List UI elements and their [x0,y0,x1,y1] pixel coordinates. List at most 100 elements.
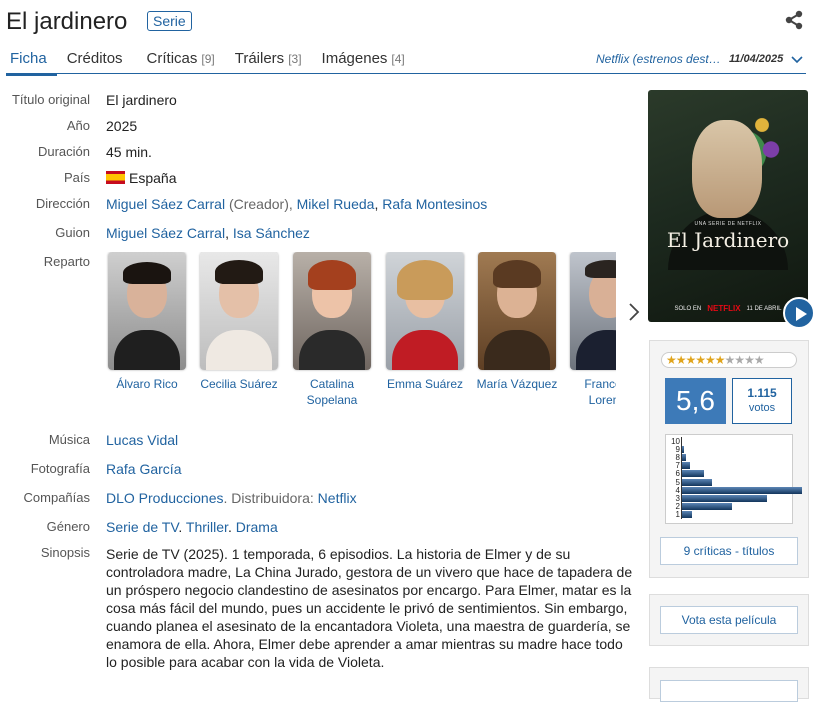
genre-link[interactable]: Thriller [186,519,228,535]
chevron-down-icon[interactable] [791,54,803,64]
tab-label: Créditos [66,50,123,67]
duration-value: 45 min. [106,144,152,160]
votes-label: votos [748,402,776,414]
genre-value: Serie de TV. Thriller. Drama [106,519,278,535]
share-icon[interactable] [784,10,804,30]
spain-flag-icon [106,171,125,184]
genre-label: Género [46,519,90,534]
release-platform-link[interactable]: Netflix (estrenos destacados) [596,52,724,66]
star-icon: ★★★★ [724,353,765,367]
composer-link[interactable]: Lucas Vidal [106,432,178,448]
genre-separator: . [227,519,236,535]
page-title: El jardinero [6,8,128,35]
cast-name-link[interactable]: Cecilia Suárez [198,376,280,392]
genre-link[interactable]: Serie de TV [106,519,178,535]
music-label: Música [48,432,90,447]
cast-name-link[interactable]: Catalina Sopelana [291,376,373,408]
cast-member[interactable]: Cecilia Suárez [198,252,280,392]
original-title-value: El jardinero [106,92,177,108]
script-label: Guion [55,225,90,240]
cast-member[interactable]: María Vázquez [476,252,558,392]
direction-label: Dirección [35,196,90,211]
play-trailer-button[interactable] [783,297,815,329]
tab-count: [4] [391,52,405,66]
tab-label: Imágenes [321,50,388,67]
writer-link[interactable]: Isa Sánchez [233,225,310,241]
cast-name-link[interactable]: Francesc Lorente [568,376,616,408]
tab-ficha[interactable]: Ficha [6,48,57,76]
poster-image[interactable]: UNA SERIE DE NETFLIX El Jardinero SOLO E… [648,90,808,322]
writer-separator: , [225,225,233,241]
poster-title: El Jardinero [666,228,790,252]
play-icon [796,307,807,321]
vote-button[interactable]: Vota esta película [660,606,798,634]
distributor-label: . Distribuidora: [223,490,318,506]
cast-member[interactable]: Álvaro Rico [106,252,188,392]
histogram-bar [682,502,732,510]
rating-panel: ★★★★★★★★★★ 5,6 1.115 votos 10 9 8 7 6 5 4 3 2 1 9 … [649,340,809,578]
rating-stars: ★★★★★★★★★★ [661,352,797,368]
director-link[interactable]: Miguel Sáez Carral [106,196,225,212]
year-value: 2025 [106,118,138,134]
cast-name-link[interactable]: María Vázquez [476,376,558,392]
cast-label: Reparto [43,254,90,269]
tab-criticas[interactable]: Críticas [9] [147,48,215,76]
company-link[interactable]: DLO Producciones [106,490,224,506]
votes-count-button[interactable]: 1.115 votos [732,378,792,424]
votes-count: 1.115 [747,386,777,400]
director-link[interactable]: Rafa Montesinos [382,196,487,212]
director-link[interactable]: Mikel Rueda [297,196,375,212]
duration-label: Duración [37,144,90,159]
synopsis-label: Sinopsis [40,545,90,560]
star-icon: ★★★★★★ [666,353,726,367]
critics-button[interactable]: 9 críticas - títulos [660,537,798,565]
writer-link[interactable]: Miguel Sáez Carral [106,225,225,241]
poster-footer-text: SOLO EN [674,305,702,312]
cinematographer-link[interactable]: Rafa García [106,461,181,477]
tab-label: Tráilers [234,50,285,67]
genre-link[interactable]: Drama [236,519,278,535]
netflix-logo: NETFLIX [707,304,741,313]
cast-member[interactable]: Emma Suárez [384,252,466,392]
cast-photo[interactable] [200,252,278,370]
histogram-bar [682,462,690,470]
histogram-bar [682,510,692,518]
distributor-link[interactable]: Netflix [318,490,357,506]
poster-footer: SOLO EN NETFLIX 11 DE ABRIL [654,304,802,313]
tab-creditos[interactable]: Créditos [67,48,123,76]
year-label: Año [66,118,90,133]
histogram-bar [682,470,704,478]
cast-member[interactable]: Catalina Sopelana [291,252,373,408]
cast-name-link[interactable]: Álvaro Rico [106,376,188,392]
histogram-bar [682,446,684,454]
cast-name-link[interactable]: Emma Suárez [384,376,466,392]
rating-histogram: 10 9 8 7 6 5 4 3 2 1 [665,434,802,524]
original-title-label: Título original [11,92,90,107]
average-rating: 5,6 [665,378,726,424]
type-badge: Serie [147,11,192,31]
cast-photo[interactable] [478,252,556,370]
chevron-right-icon[interactable] [627,302,641,322]
cast-photo[interactable] [386,252,464,370]
cast-member[interactable]: Francesc Lorente [568,252,616,408]
director-role: (Creador), [225,196,297,212]
music-value: Lucas Vidal [106,432,178,448]
cast-carousel: Álvaro Rico Cecilia Suárez Catalina Sope… [106,252,616,412]
tab-count: [3] [288,52,302,66]
tab-trailers[interactable]: Tráilers [3] [235,48,302,76]
tab-imagenes[interactable]: Imágenes [4] [322,48,405,76]
histogram-bar [682,478,712,486]
histogram-bar [682,454,686,462]
poster-release-date: 11 DE ABRIL [746,305,782,312]
cast-photo[interactable] [108,252,186,370]
cast-photo[interactable] [293,252,371,370]
next-panel-button[interactable] [660,680,798,702]
cast-photo[interactable] [570,252,616,370]
release-date: 11/04/2025 [729,53,784,65]
script-value: Miguel Sáez Carral, Isa Sánchez [106,225,310,241]
next-panel [649,667,809,702]
tab-label: Críticas [146,50,198,67]
companies-value: DLO Producciones. Distribuidora: Netflix [106,490,357,506]
genre-separator: . [178,519,186,535]
tab-count: [9] [201,52,215,66]
